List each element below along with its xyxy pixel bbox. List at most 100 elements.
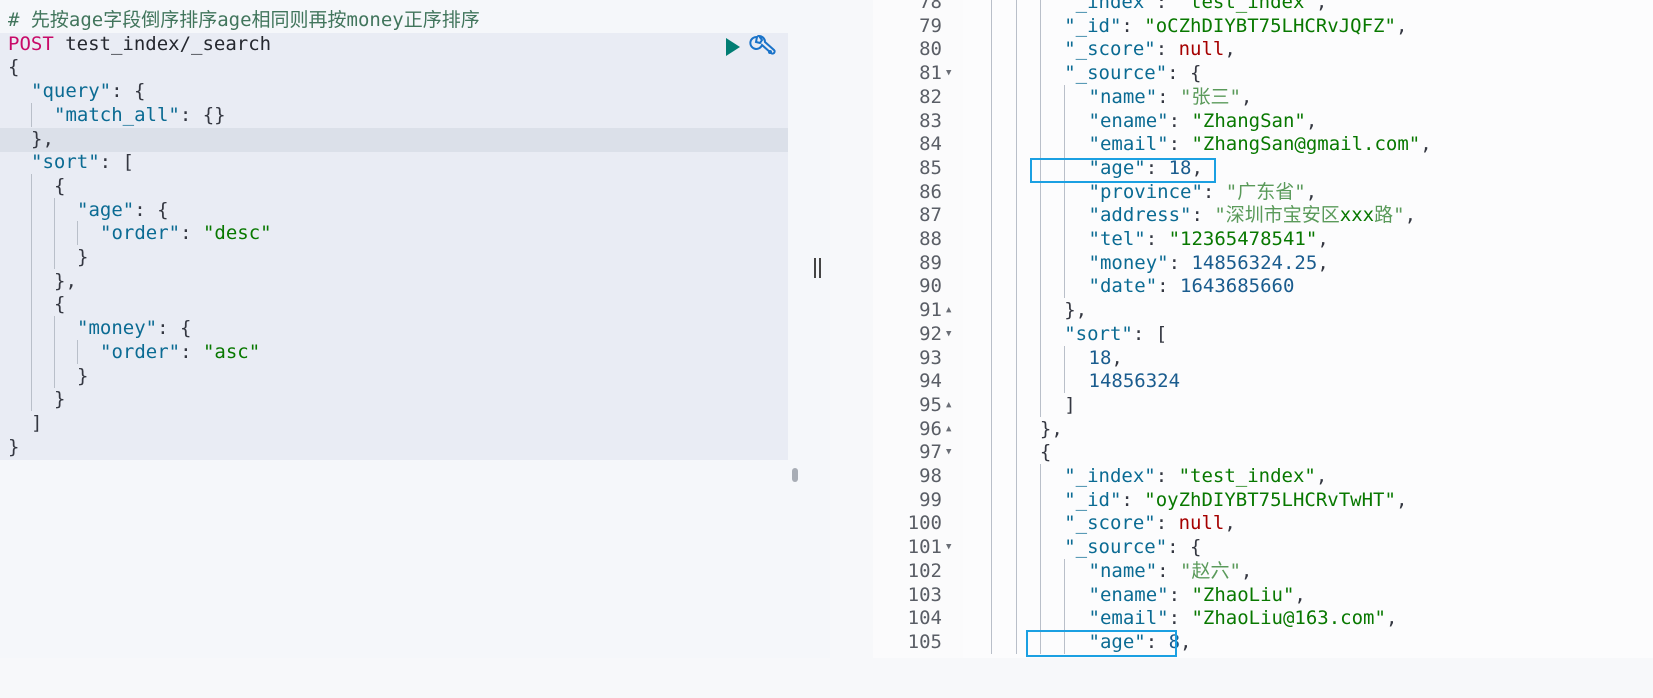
token-punc: : <box>1168 133 1192 156</box>
indent-guide <box>991 0 993 14</box>
token-punc: , <box>1395 14 1408 37</box>
indent-guide <box>991 558 993 583</box>
indent-guide <box>1064 558 1066 583</box>
indent-guide <box>1015 345 1017 370</box>
indent-guide <box>1039 274 1041 299</box>
token-null: null <box>1178 38 1225 61</box>
indent-guide <box>1015 13 1017 38</box>
code-line: "_source": { <box>967 535 1201 560</box>
line-number: 94 <box>919 370 942 393</box>
request-editor[interactable]: # 先按age字段倒序排序age相同则再按money正序排序 POST test_… <box>0 0 798 698</box>
code-line: "money": 14856324.25, <box>967 250 1329 275</box>
age-8-highlight-box <box>1026 630 1177 657</box>
token-punc: , <box>1420 133 1432 156</box>
bottom-strip <box>0 658 1653 698</box>
indent-guide <box>1015 392 1017 417</box>
token-punc: : <box>1155 465 1179 487</box>
token-key: "_id" <box>1064 488 1122 511</box>
code-line: # 先按age字段倒序排序age相同则再按money正序排序 <box>8 8 480 32</box>
response-viewer[interactable]: "_index": "test_index", 78 "_id": "oCZhDIY… <box>830 0 1653 658</box>
fold-arrow-down-icon[interactable]: ▼ <box>946 535 951 559</box>
request-scrollbar[interactable] <box>792 468 798 482</box>
token-punc: : { <box>157 317 192 340</box>
indent-guide <box>31 292 32 317</box>
indent-guide <box>1015 298 1017 323</box>
token-key: "_id" <box>1064 14 1122 37</box>
code-line: "_index": "test_index", <box>967 0 1327 14</box>
indent-guide <box>1015 250 1017 275</box>
indent-guide <box>1039 369 1041 394</box>
token-cjk: "广东省" <box>1225 180 1306 203</box>
fold-arrow-down-icon[interactable]: ▼ <box>946 322 951 346</box>
line-number: 78 <box>919 0 942 13</box>
panel-resize-handle[interactable] <box>812 258 824 280</box>
code-line: } <box>8 363 88 388</box>
line-number: 100 <box>907 512 942 535</box>
token-punc: : { <box>1167 62 1202 85</box>
indent-guide <box>1015 606 1017 631</box>
indent-guide <box>1039 108 1041 133</box>
token-punc: { <box>54 174 66 197</box>
token-key: "_source" <box>1064 536 1168 559</box>
token-punc: , <box>1385 607 1398 630</box>
token-cjk: "赵六" <box>1180 559 1241 582</box>
indent-guide <box>1064 203 1066 228</box>
token-str: xxx <box>1339 204 1375 227</box>
token-key: "order" <box>100 222 181 245</box>
indent-guide <box>991 274 993 299</box>
line-number: 98 <box>919 465 942 487</box>
token-comment: # 先按age字段倒序排序age相同则再按money正序排序 <box>8 9 480 31</box>
indent-guide <box>31 363 32 388</box>
code-line: { <box>967 440 1051 465</box>
indent-guide <box>1064 179 1066 204</box>
fold-arrow-up-icon[interactable]: ▲ <box>946 298 951 322</box>
indent-guide <box>1015 582 1017 607</box>
indent-guide <box>991 511 993 536</box>
token-punc: , <box>1315 465 1328 487</box>
token-str: "ZhaoLiu" <box>1191 583 1295 606</box>
code-line: "order": "asc" <box>8 339 261 364</box>
token-punc: , <box>1224 38 1236 61</box>
indent-guide <box>1039 61 1041 86</box>
age-18-highlight-box <box>1030 158 1216 183</box>
token-punc: , <box>1224 512 1236 535</box>
code-line: "email": "ZhaoLiu@163.com", <box>967 606 1398 631</box>
indent-guide <box>31 221 32 246</box>
code-line: "province": "广东省", <box>967 179 1318 204</box>
token-num: 14856324 <box>1088 370 1181 393</box>
code-line: }, <box>967 298 1087 323</box>
token-punc: , <box>1240 85 1253 108</box>
indent-guide <box>54 316 55 341</box>
token-punc: : <box>1121 14 1145 37</box>
token-punc: , <box>1305 180 1318 203</box>
token-punc: : <box>1168 583 1192 606</box>
token-str: "asc" <box>202 340 261 363</box>
code-line: 18, <box>967 345 1123 370</box>
indent-guide <box>991 321 993 346</box>
play-icon[interactable] <box>726 38 740 56</box>
active-line-highlight <box>0 128 788 152</box>
fold-arrow-down-icon[interactable]: ▼ <box>946 440 951 464</box>
indent-guide <box>31 102 32 127</box>
line-number: 99 <box>919 488 942 511</box>
indent-guide <box>1015 0 1017 14</box>
wrench-icon[interactable] <box>748 34 776 60</box>
indent-guide <box>1039 464 1041 488</box>
indent-guide <box>1015 84 1017 109</box>
fold-arrow-up-icon[interactable]: ▲ <box>946 417 951 441</box>
indent-guide <box>991 203 993 228</box>
token-punc: , <box>1395 488 1408 511</box>
line-number: 89 <box>919 251 942 274</box>
indent-guide <box>1064 250 1066 275</box>
indent-guide <box>991 250 993 275</box>
indent-guide <box>1039 511 1041 536</box>
indent-guide <box>1064 582 1066 607</box>
token-key: "query" <box>31 80 112 103</box>
fold-arrow-down-icon[interactable]: ▼ <box>946 61 951 85</box>
code-line: "_index": "test_index", <box>967 464 1327 488</box>
fold-arrow-up-icon[interactable]: ▲ <box>946 393 951 417</box>
token-str: "oCZhDIYBT75LHCRvJQFZ" <box>1144 14 1396 37</box>
token-key: "email" <box>1088 133 1169 156</box>
indent-guide <box>991 440 993 465</box>
line-number: 80 <box>919 38 942 61</box>
